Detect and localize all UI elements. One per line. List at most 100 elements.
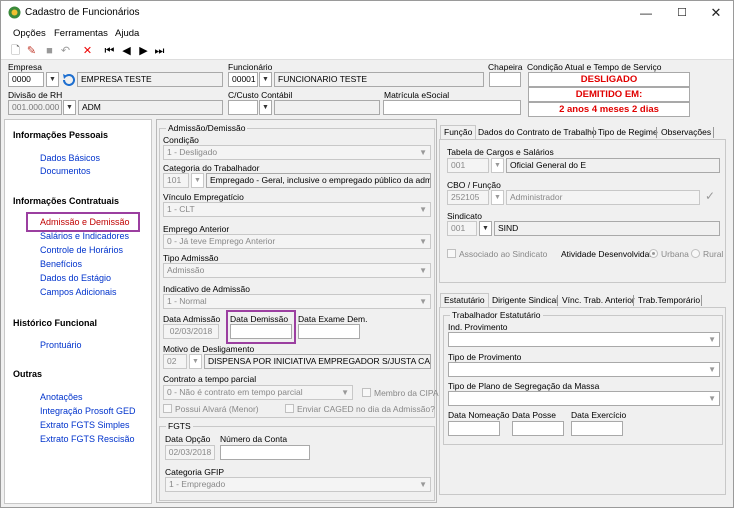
sidebar-item-dados-basicos[interactable]: Dados Básicos (40, 153, 100, 163)
data-exercicio-field[interactable] (571, 421, 623, 436)
ccusto-label: C/Custo Contábil (228, 90, 293, 100)
tab-funcao[interactable]: Função (440, 125, 477, 140)
data-exame-field[interactable] (298, 324, 360, 339)
sidebar-item-salarios[interactable]: Salários e Indicadores (40, 231, 129, 241)
cbo-label: CBO / Função (447, 180, 501, 190)
sidebar-head-historico: Histórico Funcional (13, 318, 98, 328)
cipa-label: Membro da CIPA (374, 388, 439, 398)
contrato-select[interactable]: 0 - Não é contrato em tempo parcial ▼ (163, 385, 353, 400)
cbo-code-field[interactable]: 252105 (447, 190, 489, 205)
data-posse-field[interactable] (512, 421, 564, 436)
sidebar-item-documentos[interactable]: Documentos (40, 166, 91, 176)
sidebar-item-beneficios[interactable]: Benefícios (40, 259, 82, 269)
sidebar-item-admissao[interactable]: Admissão e Demissão (40, 217, 130, 227)
data-opcao-label: Data Opção (165, 434, 211, 444)
previous-record-icon[interactable]: ◀ (120, 45, 133, 58)
undo-icon[interactable]: ↶ (59, 45, 72, 58)
plano-segregacao-label: Tipo de Plano de Segregação da Massa (448, 381, 600, 391)
funcionario-code-field[interactable]: 00001 (228, 72, 258, 87)
categoria-dropdown-icon[interactable]: ▼ (191, 173, 204, 188)
data-opcao-field[interactable]: 02/03/2018 (165, 445, 215, 460)
indicativo-select[interactable]: 1 - Normal ▼ (163, 294, 431, 309)
next-record-icon[interactable]: ▶ (137, 45, 150, 58)
cipa-checkbox[interactable] (362, 388, 371, 397)
condicao-select[interactable]: 1 - Desligado ▼ (163, 145, 431, 160)
sidebar-item-estagio[interactable]: Dados do Estágio (40, 273, 111, 283)
sidebar-item-fgts-rescisao[interactable]: Extrato FGTS Rescisão (40, 434, 135, 444)
tab-contrato[interactable]: Dados do Contrato de Trabalho (475, 126, 600, 140)
ccusto-dropdown-icon[interactable]: ▼ (259, 100, 272, 115)
sidebar-item-prontuario[interactable]: Prontuário (40, 340, 82, 350)
sindicato-code-field[interactable]: 001 (447, 221, 477, 236)
tab-dirigente[interactable]: Dirigente Sindical (489, 294, 561, 308)
sidebar-item-integracao[interactable]: Integração Prosoft GED (40, 406, 136, 416)
edit-icon[interactable]: ✎ (25, 45, 38, 58)
menu-ajuda[interactable]: Ajuda (115, 28, 139, 39)
sidebar-item-anotacoes[interactable]: Anotações (40, 392, 83, 402)
data-nomeacao-field[interactable] (448, 421, 500, 436)
empresa-dropdown-icon[interactable]: ▼ (46, 72, 59, 87)
vinculo-select[interactable]: 1 - CLT ▼ (163, 202, 431, 217)
emprego-select[interactable]: 0 - Já teve Emprego Anterior ▼ (163, 234, 431, 249)
tab-estatutario[interactable]: Estatutário (440, 293, 489, 308)
rural-radio[interactable] (691, 249, 700, 258)
categoria-code-field[interactable]: 101 (163, 173, 189, 188)
sidebar-item-fgts-simples[interactable]: Extrato FGTS Simples (40, 420, 130, 430)
data-demissao-field[interactable] (230, 324, 292, 339)
plano-segregacao-select[interactable]: ▼ (448, 391, 720, 406)
new-document-icon[interactable]: 🗋 (9, 45, 22, 58)
first-record-icon[interactable]: ⏮ (103, 45, 116, 58)
tipo-provimento-select[interactable]: ▼ (448, 362, 720, 377)
data-posse-label: Data Posse (512, 410, 556, 420)
tab-observacoes[interactable]: Observações (658, 126, 714, 140)
numero-conta-label: Número da Conta (220, 434, 288, 444)
matricula-field[interactable] (383, 100, 521, 115)
divisao-label: Divisão de RH (8, 90, 63, 100)
tab-temporario[interactable]: Trab.Temporário (635, 294, 703, 308)
menu-opcoes[interactable]: Opções (13, 28, 46, 39)
sidebar-item-horarios[interactable]: Controle de Horários (40, 245, 123, 255)
menu-ferramentas[interactable]: Ferramentas (54, 28, 108, 39)
minimize-icon[interactable]: — (631, 4, 661, 22)
condicao-label: Condição (163, 135, 199, 145)
sindicato-dropdown-icon[interactable]: ▼ (479, 221, 492, 236)
sidebar-item-campos[interactable]: Campos Adicionais (40, 287, 117, 297)
last-record-icon[interactable]: ⏭ (153, 45, 166, 58)
tab-regime[interactable]: Tipo de Regime (595, 126, 661, 140)
condicao-label: Condição Atual e Tempo de Serviço (527, 62, 662, 72)
numero-conta-field[interactable] (220, 445, 310, 460)
delete-icon[interactable]: ✕ (81, 45, 94, 58)
maximize-icon[interactable]: ☐ (667, 4, 697, 22)
data-admissao-field[interactable]: 02/03/2018 (163, 324, 219, 339)
alvara-checkbox[interactable] (163, 404, 172, 413)
tipo-admissao-select[interactable]: Admissão ▼ (163, 263, 431, 278)
chevron-down-icon: ▼ (708, 365, 716, 374)
chevron-down-icon: ▼ (419, 148, 427, 157)
ccusto-code-field[interactable] (228, 100, 258, 115)
divisao-code-field[interactable]: 001.000.000 (8, 100, 62, 115)
empresa-code-field[interactable]: 0000 (8, 72, 44, 87)
motivo-code-field[interactable]: 02 (163, 354, 187, 369)
associado-checkbox[interactable] (447, 249, 456, 258)
chapeira-label: Chapeira (488, 62, 523, 72)
urbana-radio[interactable] (649, 249, 658, 258)
tab-vinc-anterior[interactable]: Vínc. Trab. Anterior (559, 294, 638, 308)
motivo-dropdown-icon[interactable]: ▼ (189, 354, 202, 369)
tipo-admissao-label: Tipo Admissão (163, 253, 219, 263)
admissao-group-title: Admissão/Demissão (166, 123, 248, 133)
categoria-gfip-select[interactable]: 1 - Empregado ▼ (165, 477, 431, 492)
tabela-code-field[interactable]: 001 (447, 158, 489, 173)
refresh-icon[interactable] (62, 73, 75, 86)
ind-provimento-select[interactable]: ▼ (448, 332, 720, 347)
cbo-dropdown-icon[interactable]: ▼ (491, 190, 504, 205)
checkmark-icon[interactable]: ✓ (705, 189, 715, 203)
urbana-label: Urbana (661, 249, 689, 259)
tabela-dropdown-icon[interactable]: ▼ (491, 158, 504, 173)
funcionario-dropdown-icon[interactable]: ▼ (259, 72, 272, 87)
divisao-name-field: ADM (78, 100, 223, 115)
close-icon[interactable]: ✕ (701, 4, 731, 22)
caged-checkbox[interactable] (285, 404, 294, 413)
divisao-dropdown-icon[interactable]: ▼ (63, 100, 76, 115)
save-icon[interactable]: ■ (43, 45, 56, 58)
chapeira-field[interactable] (489, 72, 521, 87)
